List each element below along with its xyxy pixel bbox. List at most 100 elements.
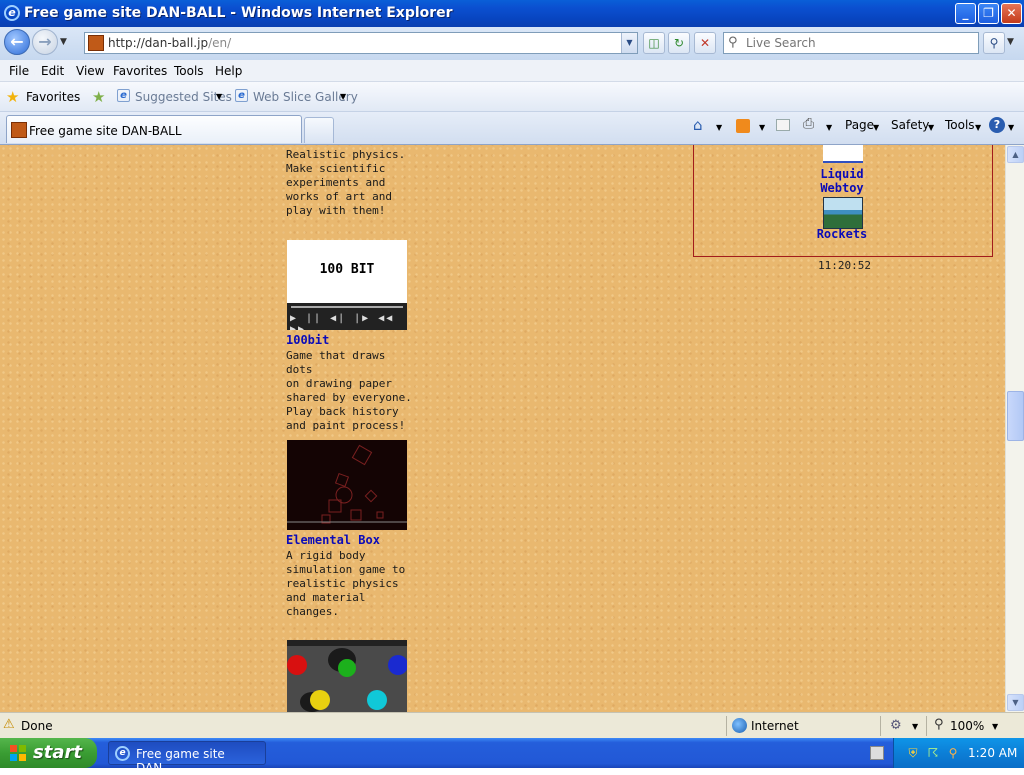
window-title: Free game site DAN-BALL - Windows Intern… <box>24 5 453 21</box>
security-zone: Internet <box>751 719 799 733</box>
thumb-100bit-title: 100 BIT <box>319 262 375 277</box>
address-bar[interactable]: http://dan-ball.jp/en/ ▼ <box>84 32 638 54</box>
next-game-scene <box>287 640 407 712</box>
suggested-sites-icon: e <box>117 89 130 102</box>
page-dropdown-icon[interactable]: ▼ <box>873 123 879 132</box>
feeds-dropdown-icon[interactable]: ▼ <box>759 123 765 132</box>
menu-bar: File Edit View Favorites Tools Help <box>0 60 1024 82</box>
recent-pages-dropdown-icon[interactable]: ▼ <box>60 37 67 47</box>
new-tab-button[interactable] <box>304 117 334 143</box>
game-thumbnail-elemental-box[interactable] <box>287 440 407 530</box>
menu-help[interactable]: Help <box>215 64 242 78</box>
suggested-sites-dropdown-icon[interactable]: ▼ <box>216 92 222 101</box>
page-menu[interactable]: Page <box>845 118 874 132</box>
start-label: start <box>33 742 82 763</box>
stop-icon[interactable]: ✕ <box>694 32 716 54</box>
search-tray-icon[interactable]: ⚲ <box>946 746 960 760</box>
zoom-level[interactable]: 100% <box>950 719 984 733</box>
status-bar: ⚠ Done Internet ⚙ ▼ ⚲ 100% ▼ <box>0 712 1024 738</box>
print-icon[interactable]: ⎙ <box>803 116 814 132</box>
security-shield-icon[interactable]: ⛨ <box>906 746 920 760</box>
game-description-top: Realistic physics. Make scientific exper… <box>286 148 406 217</box>
favorites-button[interactable]: Favorites <box>26 90 80 104</box>
back-button[interactable]: ← <box>4 29 30 55</box>
windows-flag-icon <box>10 745 26 761</box>
scrollbar-thumb[interactable] <box>1007 391 1024 441</box>
ie-logo-icon: e <box>4 5 20 21</box>
home-icon[interactable]: ⌂ <box>693 116 703 134</box>
thumb-100bit-controls: ▶ || ◀| |▶ ◀◀ ▶▶ <box>287 303 407 330</box>
start-button[interactable]: start <box>0 738 97 768</box>
search-button[interactable]: ⚲ <box>983 32 1005 54</box>
system-tray: ⛨ ☈ ⚲ 1:20 AM <box>893 738 1024 768</box>
web-slice-icon: e <box>235 89 248 102</box>
close-button[interactable]: ✕ <box>1001 3 1022 24</box>
warning-icon: ⚠ <box>3 717 15 732</box>
protected-mode-icon[interactable]: ⚙ <box>890 718 902 733</box>
scroll-up-button[interactable]: ▲ <box>1007 146 1024 163</box>
menu-favorites[interactable]: Favorites <box>113 64 167 78</box>
taskbar: start e Free game site DAN-... ⛨ ☈ ⚲ 1:2… <box>0 738 1024 775</box>
game-link-elemental-box[interactable]: Elemental Box <box>286 533 380 547</box>
menu-file[interactable]: File <box>9 64 29 78</box>
tools-menu[interactable]: Tools <box>945 118 975 132</box>
window-title-bar[interactable]: e Free game site DAN-BALL - Windows Inte… <box>0 0 1024 27</box>
refresh-icon[interactable]: ↻ <box>668 32 690 54</box>
url-path: /en/ <box>208 36 232 50</box>
zoom-icon[interactable]: ⚲ <box>934 717 944 732</box>
liquid-webtoy-thumbnail[interactable] <box>823 145 863 163</box>
tab-label: Free game site DAN-BALL <box>29 124 182 138</box>
favorites-bar: ★ Favorites ★ e Suggested Sites ▼ e Web … <box>0 82 1024 112</box>
game-thumbnail-next[interactable] <box>287 640 407 712</box>
page-clock: 11:20:52 <box>818 259 871 272</box>
print-dropdown-icon[interactable]: ▼ <box>826 123 832 132</box>
menu-edit[interactable]: Edit <box>41 64 64 78</box>
menu-view[interactable]: View <box>76 64 104 78</box>
help-icon[interactable]: ? <box>989 117 1005 133</box>
feeds-icon[interactable] <box>736 119 750 133</box>
home-dropdown-icon[interactable]: ▼ <box>716 123 722 132</box>
vertical-scrollbar[interactable]: ▲ ▼ <box>1005 145 1024 712</box>
navigation-bar: ← → ▼ http://dan-ball.jp/en/ ▼ ◫ ↻ ✕ ⚲ ⚲… <box>0 27 1024 60</box>
page-content: Realistic physics. Make scientific exper… <box>0 145 1005 712</box>
rockets-thumbnail[interactable] <box>823 197 863 229</box>
search-box[interactable]: ⚲ <box>723 32 979 54</box>
site-favicon-icon <box>88 35 104 51</box>
status-text: Done <box>21 719 53 733</box>
web-slice-dropdown-icon[interactable]: ▼ <box>340 92 346 101</box>
keyboard-tray-icon[interactable] <box>870 746 884 760</box>
scroll-down-button[interactable]: ▼ <box>1007 694 1024 711</box>
menu-tools[interactable]: Tools <box>174 64 204 78</box>
game-description-100bit: Game that draws dots on drawing paper sh… <box>286 349 412 432</box>
game-link-100bit[interactable]: 100bit <box>286 333 329 347</box>
compatibility-view-icon[interactable]: ◫ <box>643 32 665 54</box>
elemental-box-scene <box>287 444 407 524</box>
favorites-star-icon: ★ <box>6 88 20 106</box>
taskbar-ie-icon: e <box>115 746 130 761</box>
safety-dropdown-icon[interactable]: ▼ <box>928 123 934 132</box>
system-clock: 1:20 AM <box>968 746 1018 760</box>
read-mail-icon[interactable] <box>776 119 790 131</box>
link-liquid-webtoy[interactable]: Liquid Webtoy <box>812 167 872 195</box>
maximize-button[interactable]: ❐ <box>978 3 999 24</box>
help-dropdown-icon[interactable]: ▼ <box>1008 123 1014 132</box>
game-description-elemental-box: A rigid body simulation game to realisti… <box>286 549 406 618</box>
search-input[interactable] <box>744 35 974 51</box>
address-url[interactable]: http://dan-ball.jp/en/ <box>108 36 231 50</box>
network-icon[interactable]: ☈ <box>926 746 940 760</box>
forward-button[interactable]: → <box>32 29 58 55</box>
tools-dropdown-icon[interactable]: ▼ <box>975 123 981 132</box>
live-search-icon: ⚲ <box>728 35 738 50</box>
add-to-favorites-icon[interactable]: ★ <box>92 88 105 106</box>
zoom-dropdown-icon[interactable]: ▼ <box>992 722 998 731</box>
tab-favicon-icon <box>11 122 27 138</box>
search-options-dropdown-icon[interactable]: ▼ <box>1007 37 1014 47</box>
address-dropdown-icon[interactable]: ▼ <box>621 33 637 53</box>
tab-dan-ball[interactable]: Free game site DAN-BALL <box>6 115 302 143</box>
taskbar-item-ie[interactable]: e Free game site DAN-... <box>108 741 266 775</box>
minimize-button[interactable]: _ <box>955 3 976 24</box>
link-rockets[interactable]: Rockets <box>812 227 872 241</box>
game-thumbnail-100bit[interactable]: 100 BIT ▶ || ◀| |▶ ◀◀ ▶▶ <box>287 240 407 330</box>
safety-menu[interactable]: Safety <box>891 118 929 132</box>
protected-mode-dropdown-icon[interactable]: ▼ <box>912 722 918 731</box>
